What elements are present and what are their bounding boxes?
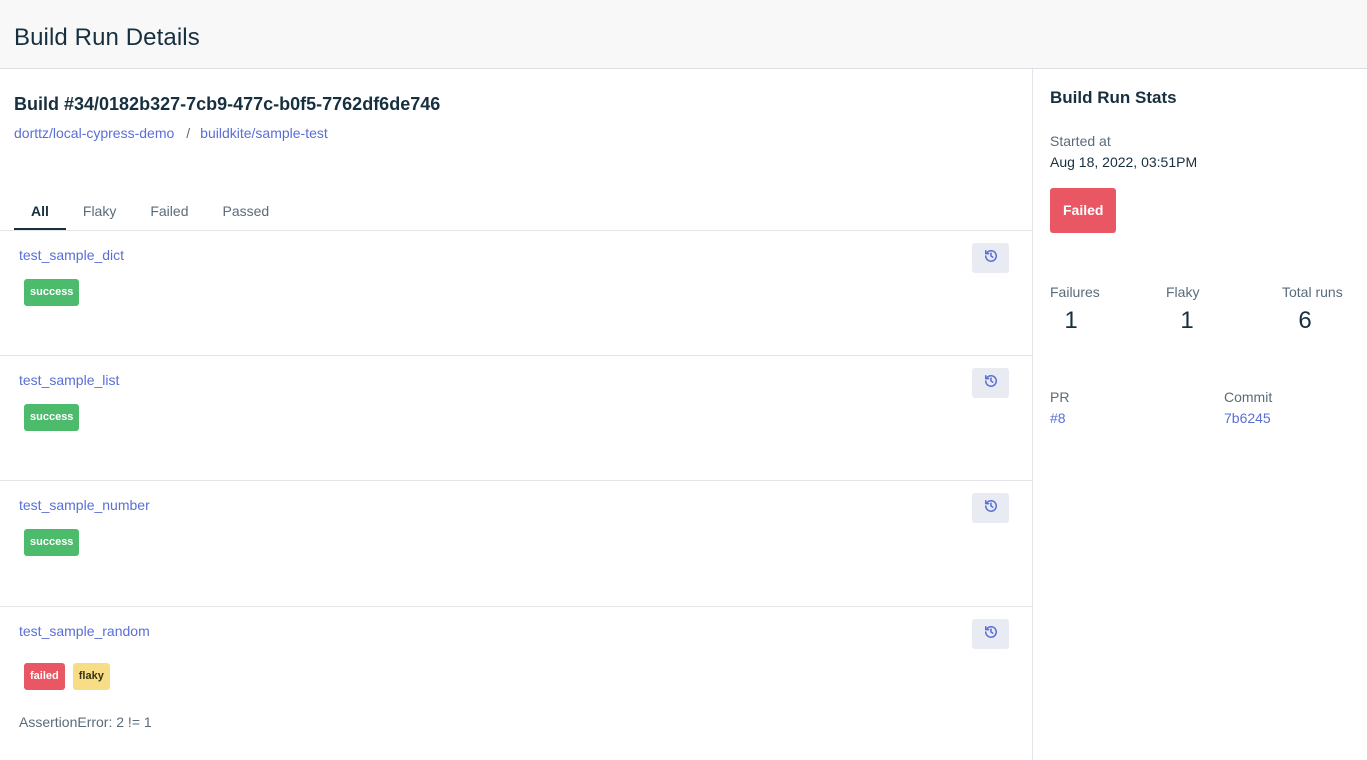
commit-label: Commit — [1224, 389, 1273, 405]
test-row: test_sample_random failed flaky Assertio… — [0, 607, 1033, 760]
breadcrumb-repo-link[interactable]: dorttz/local-cypress-demo — [14, 125, 174, 141]
history-button[interactable] — [972, 243, 1009, 273]
tab-passed[interactable]: Passed — [205, 195, 286, 230]
build-status-badge: Failed — [1050, 188, 1117, 233]
page-title: Build Run Details — [14, 24, 200, 51]
status-badges: success — [24, 279, 80, 306]
status-badge-flaky: flaky — [72, 663, 110, 690]
breadcrumb-separator: / — [186, 125, 191, 141]
error-message: AssertionError: 2 != 1 — [19, 714, 152, 730]
stats-sidebar: Build Run Stats Started at Aug 18, 2022,… — [1034, 69, 1367, 760]
started-at-label: Started at — [1050, 133, 1111, 149]
flaky-label: Flaky — [1166, 284, 1200, 300]
history-icon — [984, 249, 998, 268]
failures-label: Failures — [1050, 284, 1100, 300]
status-badge: success — [24, 404, 80, 431]
main-panel: Build #34/0182b327-7cb9-477c-b0f5-7762df… — [0, 69, 1033, 760]
status-badges: failed flaky — [24, 663, 110, 690]
started-at-value: Aug 18, 2022, 03:51PM — [1050, 154, 1198, 170]
breadcrumb-pipeline-link[interactable]: buildkite/sample-test — [200, 125, 328, 141]
test-row: test_sample_number success — [0, 481, 1033, 607]
test-name-link[interactable]: test_sample_random — [19, 623, 150, 639]
status-badges: success — [24, 529, 80, 556]
history-button[interactable] — [972, 619, 1009, 649]
history-icon — [984, 374, 998, 393]
total-runs-label: Total runs — [1282, 284, 1343, 300]
test-row: test_sample_list success — [0, 356, 1033, 481]
test-name-link[interactable]: test_sample_dict — [19, 247, 124, 263]
tab-all[interactable]: All — [14, 195, 66, 230]
history-icon — [984, 499, 998, 518]
test-name-link[interactable]: test_sample_list — [19, 372, 119, 388]
flaky-count: 1 — [1180, 307, 1194, 334]
history-button[interactable] — [972, 493, 1009, 523]
status-badges: success — [24, 404, 80, 431]
test-name-link[interactable]: test_sample_number — [19, 497, 150, 513]
status-badge: success — [24, 279, 80, 306]
total-runs-count: 6 — [1298, 307, 1312, 334]
status-badge-failed: failed — [24, 663, 65, 690]
breadcrumb: dorttz/local-cypress-demo / buildkite/samp… — [14, 125, 328, 141]
tab-failed[interactable]: Failed — [133, 195, 205, 230]
pr-label: PR — [1050, 389, 1070, 405]
test-row: test_sample_dict success — [0, 231, 1033, 356]
test-filter-tabs: All Flaky Failed Passed — [14, 195, 286, 230]
top-header: Build Run Details — [0, 0, 1367, 69]
stats-title: Build Run Stats — [1050, 88, 1177, 107]
pr-link[interactable]: #8 — [1050, 410, 1066, 426]
history-icon — [984, 625, 998, 644]
status-badge: success — [24, 529, 80, 556]
tab-flaky[interactable]: Flaky — [66, 195, 133, 230]
build-title: Build #34/0182b327-7cb9-477c-b0f5-7762df… — [14, 94, 441, 114]
commit-link[interactable]: 7b6245 — [1224, 410, 1271, 426]
failures-count: 1 — [1064, 307, 1078, 334]
history-button[interactable] — [972, 368, 1009, 398]
